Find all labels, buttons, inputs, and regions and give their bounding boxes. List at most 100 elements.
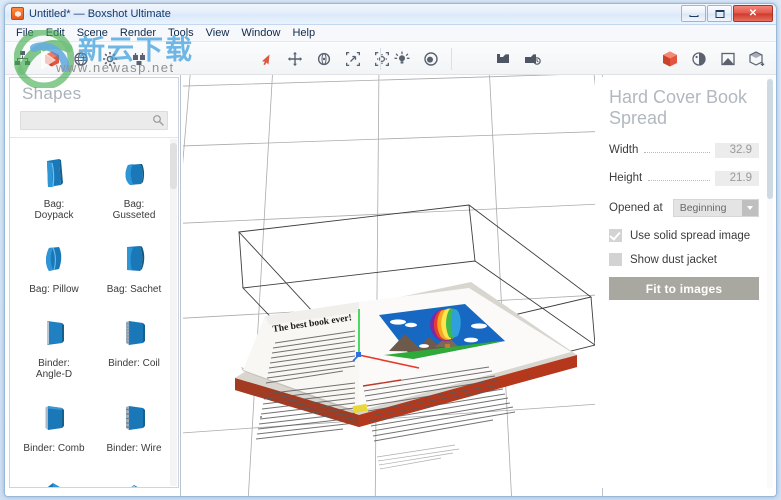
minimize-button[interactable] <box>681 5 706 22</box>
inspector-title-line1: Hard Cover Book <box>609 87 748 107</box>
light-icon <box>393 50 410 63</box>
shapes-search-wrap <box>20 110 168 130</box>
search-input[interactable] <box>20 110 168 130</box>
inspector-panel: Hard Cover Book Spread Width 32.9 Height… <box>595 77 773 488</box>
width-label: Width <box>609 144 639 156</box>
opened-at-value: Beginning <box>679 202 727 214</box>
binder-angled-thumb <box>31 309 77 355</box>
window-frame: Untitled* — Boxshot Ultimate ✕ File Edit… <box>4 3 777 497</box>
snapshot-button[interactable] <box>490 45 517 72</box>
scene-viewport[interactable]: The best book ever! <box>183 75 601 496</box>
main-content: Shapes Bag: Doypack Bag: Gusseted Bag: P… <box>5 75 776 496</box>
shape-label-line1: Bag: <box>123 199 145 210</box>
shape-item-binder-angled[interactable]: Binder: Angle-D <box>14 307 94 384</box>
add-shape-button[interactable] <box>38 45 65 72</box>
models-panel-button[interactable] <box>743 45 770 72</box>
shape-item-bag-sachet[interactable]: Bag: Sachet <box>94 233 174 299</box>
chevron-down-icon <box>742 200 758 216</box>
shapes-grid: Bag: Doypack Bag: Gusseted Bag: Pillow B… <box>10 138 178 487</box>
toolbar-right-group <box>656 42 770 75</box>
settings-icon <box>102 51 117 66</box>
scale-tool-button[interactable] <box>339 45 366 72</box>
inspector-scrollbar[interactable] <box>767 77 773 488</box>
shape-label-line2: Gusseted <box>112 210 156 221</box>
show-dust-jacket-label: Show dust jacket <box>630 253 717 266</box>
backdrop-panel-button[interactable] <box>714 45 741 72</box>
materials-panel-button[interactable] <box>685 45 712 72</box>
settings-button[interactable] <box>96 45 123 72</box>
height-label: Height <box>609 172 643 184</box>
show-dust-jacket-row[interactable]: Show dust jacket <box>609 253 759 266</box>
shape-item-bag-gusseted[interactable]: Bag: Gusseted <box>94 148 174 225</box>
dotted-leader <box>648 179 710 181</box>
book-flat-thumb <box>111 468 157 487</box>
menu-item-view[interactable]: View <box>200 26 236 40</box>
shape-item-dvd-case[interactable] <box>14 466 94 487</box>
height-row: Height 21.9 <box>609 171 759 186</box>
move-tool-icon <box>287 51 302 66</box>
materials-button[interactable] <box>67 45 94 72</box>
shapes-list[interactable]: Bag: Doypack Bag: Gusseted Bag: Pillow B… <box>10 138 178 487</box>
toolbar-separator-2 <box>451 47 452 70</box>
bag-sachet-thumb <box>111 235 157 281</box>
viewport-3d-scene: The best book ever! <box>183 75 601 496</box>
shape-item-binder-coil[interactable]: Binder: Coil <box>94 307 174 384</box>
main-toolbar <box>5 42 776 75</box>
shape-item-bag-pillow[interactable]: Bag: Pillow <box>14 233 94 299</box>
width-value[interactable]: 32.9 <box>715 143 759 158</box>
light-button[interactable] <box>388 45 415 72</box>
models-panel-icon <box>748 50 764 66</box>
shapes-scrollbar-thumb[interactable] <box>170 143 177 189</box>
shape-item-bag-doypack[interactable]: Bag: Doypack <box>14 148 94 225</box>
menu-item-file[interactable]: File <box>10 26 40 40</box>
materials-icon <box>73 51 88 66</box>
menu-item-scene[interactable]: Scene <box>71 26 114 40</box>
shape-label: Binder: Angle-D <box>36 358 72 380</box>
opened-at-select[interactable]: Beginning <box>672 199 759 217</box>
use-solid-spread-image-checkbox[interactable] <box>609 229 622 242</box>
environment-button[interactable] <box>417 45 444 72</box>
show-dust-jacket-checkbox[interactable] <box>609 253 622 266</box>
toolbar-transform-group <box>252 42 395 75</box>
menu-item-window[interactable]: Window <box>235 26 286 40</box>
menu-item-tools[interactable]: Tools <box>162 26 200 40</box>
shapes-scrollbar[interactable] <box>170 139 177 486</box>
render-settings-button[interactable] <box>125 45 152 72</box>
select-tool-button[interactable] <box>252 45 279 72</box>
title-bar: Untitled* — Boxshot Ultimate ✕ <box>5 4 776 25</box>
toolbar-left-group <box>9 42 152 75</box>
shapes-panel: Shapes Bag: Doypack Bag: Gusseted Bag: P… <box>9 77 179 488</box>
shape-item-binder-wire[interactable]: Binder: Wire <box>94 392 174 458</box>
toolbar-camera-group <box>490 42 546 75</box>
rotate-tool-button[interactable] <box>310 45 337 72</box>
shapes-panel-button[interactable] <box>656 45 683 72</box>
opened-at-row: Opened at Beginning <box>609 199 759 217</box>
inspector-scrollbar-thumb[interactable] <box>767 79 773 199</box>
width-row: Width 32.9 <box>609 143 759 158</box>
menu-item-render[interactable]: Render <box>114 26 162 40</box>
move-tool-button[interactable] <box>281 45 308 72</box>
use-solid-spread-image-row[interactable]: Use solid spread image <box>609 229 759 242</box>
shape-item-binder-comb[interactable]: Binder: Comb <box>14 392 94 458</box>
dvd-case-thumb <box>31 468 77 487</box>
maximize-button[interactable] <box>707 5 732 22</box>
binder-coil-thumb <box>111 309 157 355</box>
height-value[interactable]: 21.9 <box>715 171 759 186</box>
inspector-title: Hard Cover Book Spread <box>609 87 759 129</box>
close-button[interactable]: ✕ <box>733 5 773 22</box>
menu-item-help[interactable]: Help <box>286 26 321 40</box>
shapes-panel-header: Shapes <box>10 78 178 138</box>
title-bar-left: Untitled* — Boxshot Ultimate <box>11 7 171 20</box>
animation-button[interactable] <box>519 45 546 72</box>
rotate-tool-icon <box>317 52 330 65</box>
scene-tree-button[interactable] <box>9 45 36 72</box>
shape-label: Binder: Comb <box>23 443 85 454</box>
add-shape-icon <box>44 51 59 66</box>
fit-to-images-button[interactable]: Fit to images <box>609 277 759 300</box>
toolbar-light-group <box>375 42 457 75</box>
shape-item-book-flat[interactable] <box>94 466 174 487</box>
menu-item-edit[interactable]: Edit <box>40 26 71 40</box>
inspector-title-line2: Spread <box>609 108 668 128</box>
application-window: Untitled* — Boxshot Ultimate ✕ File Edit… <box>0 0 781 500</box>
shape-label: Bag: Pillow <box>29 284 79 295</box>
